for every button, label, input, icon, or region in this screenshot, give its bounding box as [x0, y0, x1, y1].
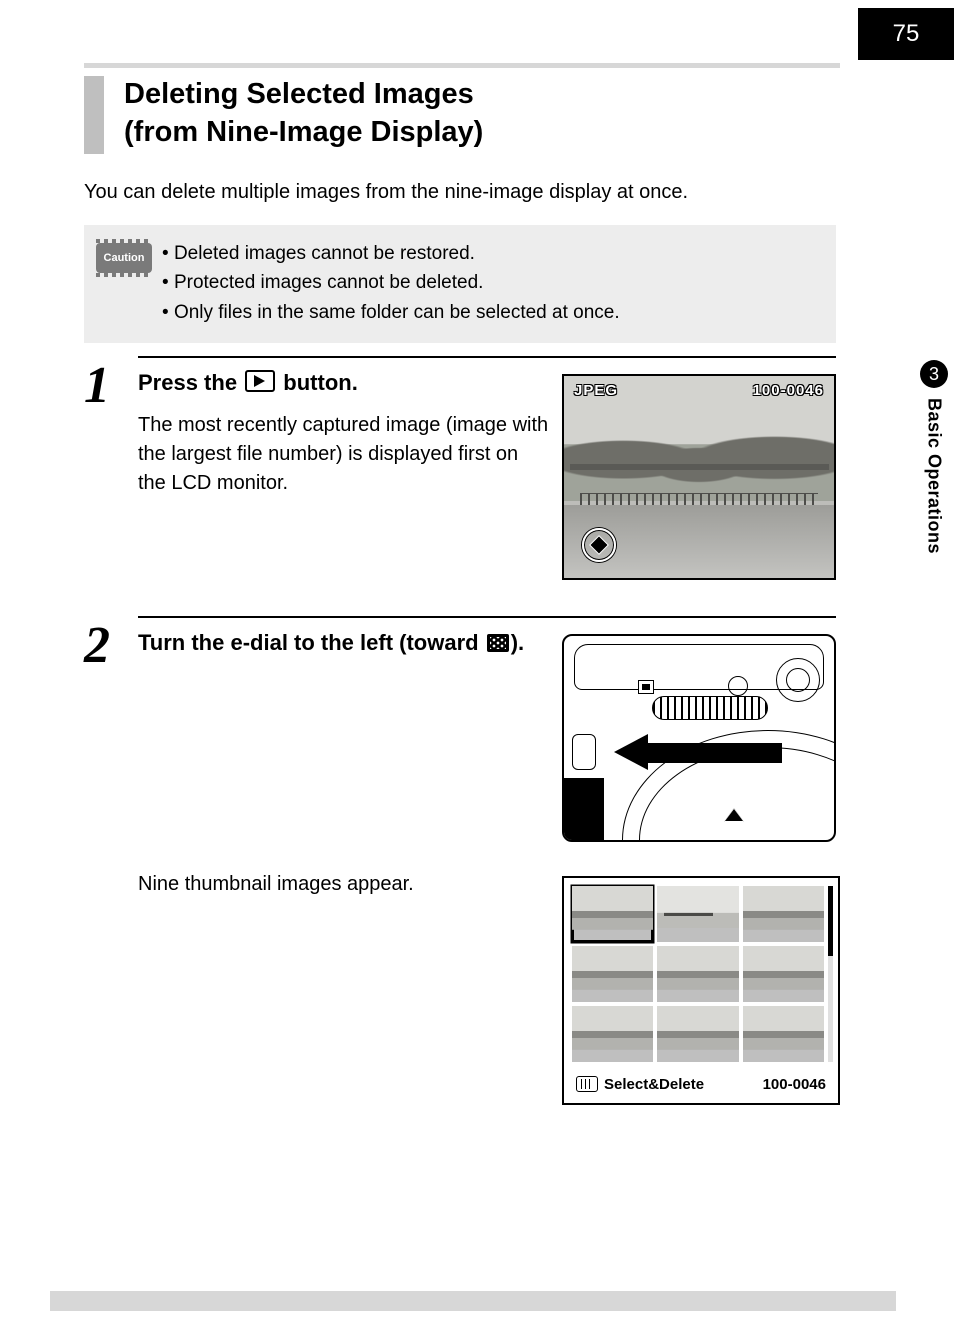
playback-button-icon — [245, 370, 275, 392]
thumbnail-cell — [743, 1006, 824, 1062]
thumbnail-button-icon — [638, 680, 654, 694]
chapter-tab: 3 Basic Operations — [914, 360, 954, 554]
lcd-file-number: 100-0046 — [753, 382, 824, 399]
caution-box: Caution Deleted images cannot be restore… — [84, 225, 836, 343]
heading-text: Turn the e-dial to the left (toward — [138, 630, 485, 655]
title-line-1: Deleting Selected Images — [124, 76, 483, 114]
caution-badge: Caution — [96, 243, 152, 273]
caution-item: Protected images cannot be deleted. — [162, 268, 818, 297]
footer-action-label: Select&Delete — [604, 1076, 704, 1093]
step-2: 2 Turn the e-dial to the left (toward ). — [84, 616, 836, 1105]
focus-point-icon — [582, 528, 616, 562]
thumbnail-cell — [657, 886, 738, 942]
nine-image-icon — [487, 634, 509, 652]
title-line-2: (from Nine-Image Display) — [124, 114, 483, 152]
thumbnail-cell — [572, 946, 653, 1002]
nine-thumbnail-screen: Select&Delete 100-0046 — [562, 876, 840, 1105]
thumbnail-cell-selected — [572, 886, 653, 942]
caution-item: Deleted images cannot be restored. — [162, 239, 818, 268]
trash-icon — [576, 1076, 598, 1092]
heading-text: button. — [283, 370, 358, 395]
up-triangle-icon — [724, 808, 744, 822]
page-number: 75 — [858, 8, 954, 60]
thumbnail-cell — [743, 946, 824, 1002]
thumbnail-cell — [572, 1006, 653, 1062]
e-dial-icon — [652, 696, 768, 720]
section-title: Deleting Selected Images (from Nine-Imag… — [84, 76, 483, 154]
step-description: Nine thumbnail images appear. — [138, 870, 550, 899]
title-accent-bar — [84, 76, 104, 154]
heading-text: Press the — [138, 370, 243, 395]
lcd-preview-illustration: JPEG 100-0046 — [562, 374, 836, 580]
step-heading: Turn the e-dial to the left (toward ). — [138, 628, 550, 658]
mode-dial-icon — [776, 658, 820, 702]
step-heading: Press the button. — [138, 368, 550, 398]
step-number: 1 — [84, 368, 138, 404]
thumbnail-cell — [657, 1006, 738, 1062]
footer-bar — [50, 1291, 896, 1311]
step-rule — [138, 356, 836, 358]
footer-file-number: 100-0046 — [763, 1076, 826, 1093]
camera-control-illustration — [562, 634, 836, 842]
heading-text: ). — [511, 630, 524, 655]
magnify-icon — [728, 676, 748, 696]
step-number: 2 — [84, 628, 138, 664]
caution-item: Only files in the same folder can be sel… — [162, 298, 818, 327]
thumbnail-cell — [743, 886, 824, 942]
chapter-label: Basic Operations — [924, 398, 945, 554]
step-rule — [138, 616, 836, 618]
chapter-number-badge: 3 — [920, 360, 948, 388]
thumbnail-scrollbar — [828, 886, 833, 1062]
thumbnail-cell — [657, 946, 738, 1002]
intro-text: You can delete multiple images from the … — [84, 181, 834, 204]
step-1: 1 Press the button. The most recently ca… — [84, 356, 836, 580]
step-description: The most recently captured image (image … — [138, 411, 550, 498]
lcd-format-label: JPEG — [574, 382, 618, 399]
header-rule — [84, 63, 840, 68]
